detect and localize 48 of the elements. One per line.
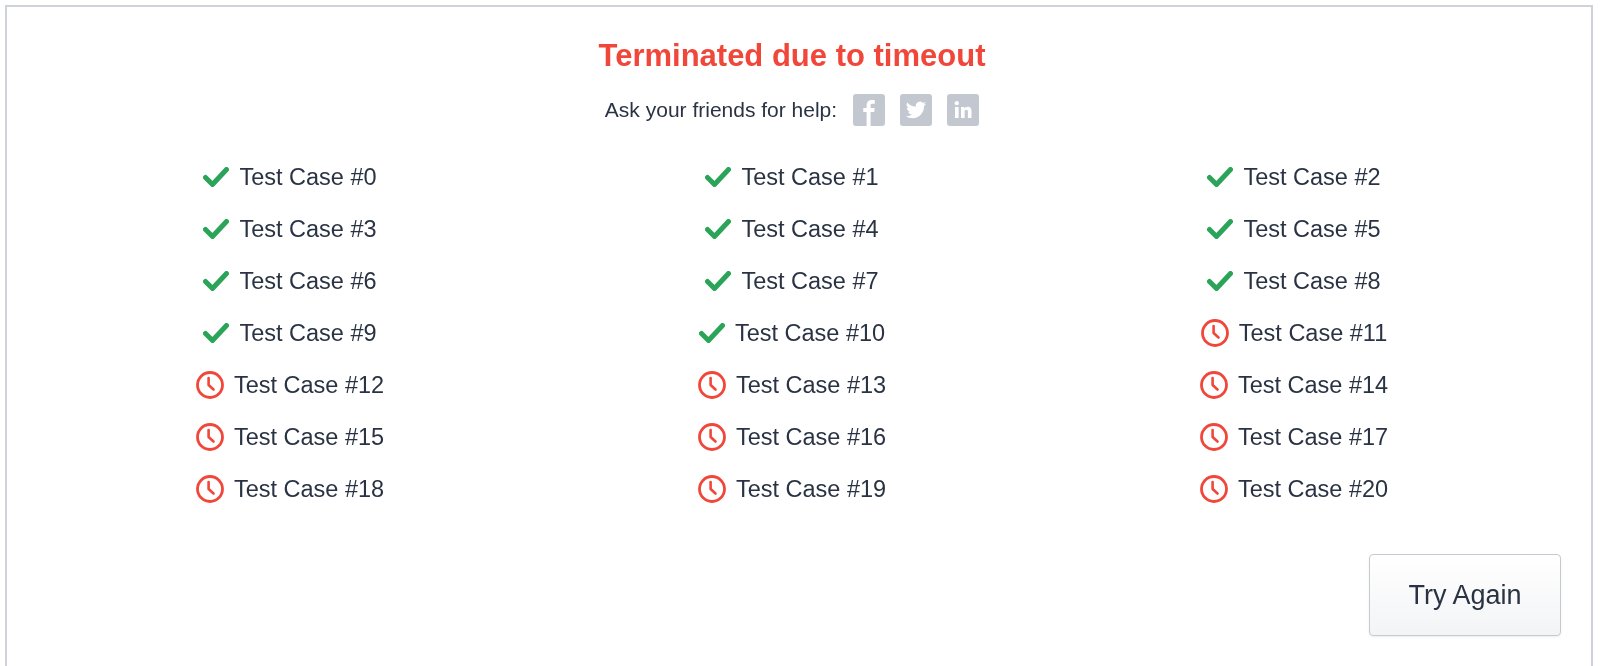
clock-icon xyxy=(195,371,224,399)
test-case-label[interactable]: Test Case #15 xyxy=(233,422,385,452)
test-case-label[interactable]: Test Case #7 xyxy=(741,266,879,296)
twitter-icon[interactable] xyxy=(900,94,933,126)
facebook-icon[interactable] xyxy=(853,94,886,126)
test-case-label[interactable]: Test Case #14 xyxy=(1237,370,1389,400)
test-case-label[interactable]: Test Case #8 xyxy=(1243,266,1381,296)
clock-icon xyxy=(1200,319,1229,347)
check-icon xyxy=(203,219,230,239)
clock-icon xyxy=(1199,475,1228,503)
try-again-button[interactable]: Try Again xyxy=(1369,554,1561,636)
check-icon xyxy=(203,167,230,187)
test-case-label[interactable]: Test Case #18 xyxy=(233,474,385,504)
check-icon xyxy=(698,323,725,343)
check-icon xyxy=(705,271,732,291)
test-case-label[interactable]: Test Case #1 xyxy=(741,162,879,192)
test-case-label[interactable]: Test Case #0 xyxy=(239,162,377,192)
result-title: Terminated due to timeout xyxy=(598,37,986,75)
test-case-label[interactable]: Test Case #16 xyxy=(735,422,887,452)
test-case-label[interactable]: Test Case #10 xyxy=(734,318,886,348)
check-icon xyxy=(705,167,732,187)
test-case-label[interactable]: Test Case #19 xyxy=(735,474,887,504)
test-case-label[interactable]: Test Case #5 xyxy=(1243,214,1381,244)
test-case-label[interactable]: Test Case #12 xyxy=(233,370,385,400)
clock-icon xyxy=(697,475,726,503)
clock-icon xyxy=(195,423,224,451)
check-icon xyxy=(203,323,230,343)
test-case-label[interactable]: Test Case #11 xyxy=(1238,318,1388,348)
test-case-label[interactable]: Test Case #20 xyxy=(1237,474,1389,504)
test-case-label[interactable]: Test Case #9 xyxy=(239,318,377,348)
test-case-label[interactable]: Test Case #6 xyxy=(239,266,377,296)
clock-icon xyxy=(697,423,726,451)
check-icon xyxy=(1207,219,1234,239)
check-icon xyxy=(1207,167,1234,187)
clock-icon xyxy=(1199,423,1228,451)
share-prompt: Ask your friends for help: xyxy=(604,97,838,123)
test-case-label[interactable]: Test Case #4 xyxy=(741,214,879,244)
test-case-label[interactable]: Test Case #3 xyxy=(239,214,377,244)
clock-icon xyxy=(697,371,726,399)
clock-icon xyxy=(195,475,224,503)
test-case-label[interactable]: Test Case #2 xyxy=(1243,162,1381,192)
linkedin-icon[interactable] xyxy=(947,94,980,126)
test-case-label[interactable]: Test Case #13 xyxy=(735,370,887,400)
test-case-label[interactable]: Test Case #17 xyxy=(1237,422,1389,452)
check-icon xyxy=(1207,271,1234,291)
check-icon xyxy=(705,219,732,239)
check-icon xyxy=(203,271,230,291)
clock-icon xyxy=(1199,371,1228,399)
